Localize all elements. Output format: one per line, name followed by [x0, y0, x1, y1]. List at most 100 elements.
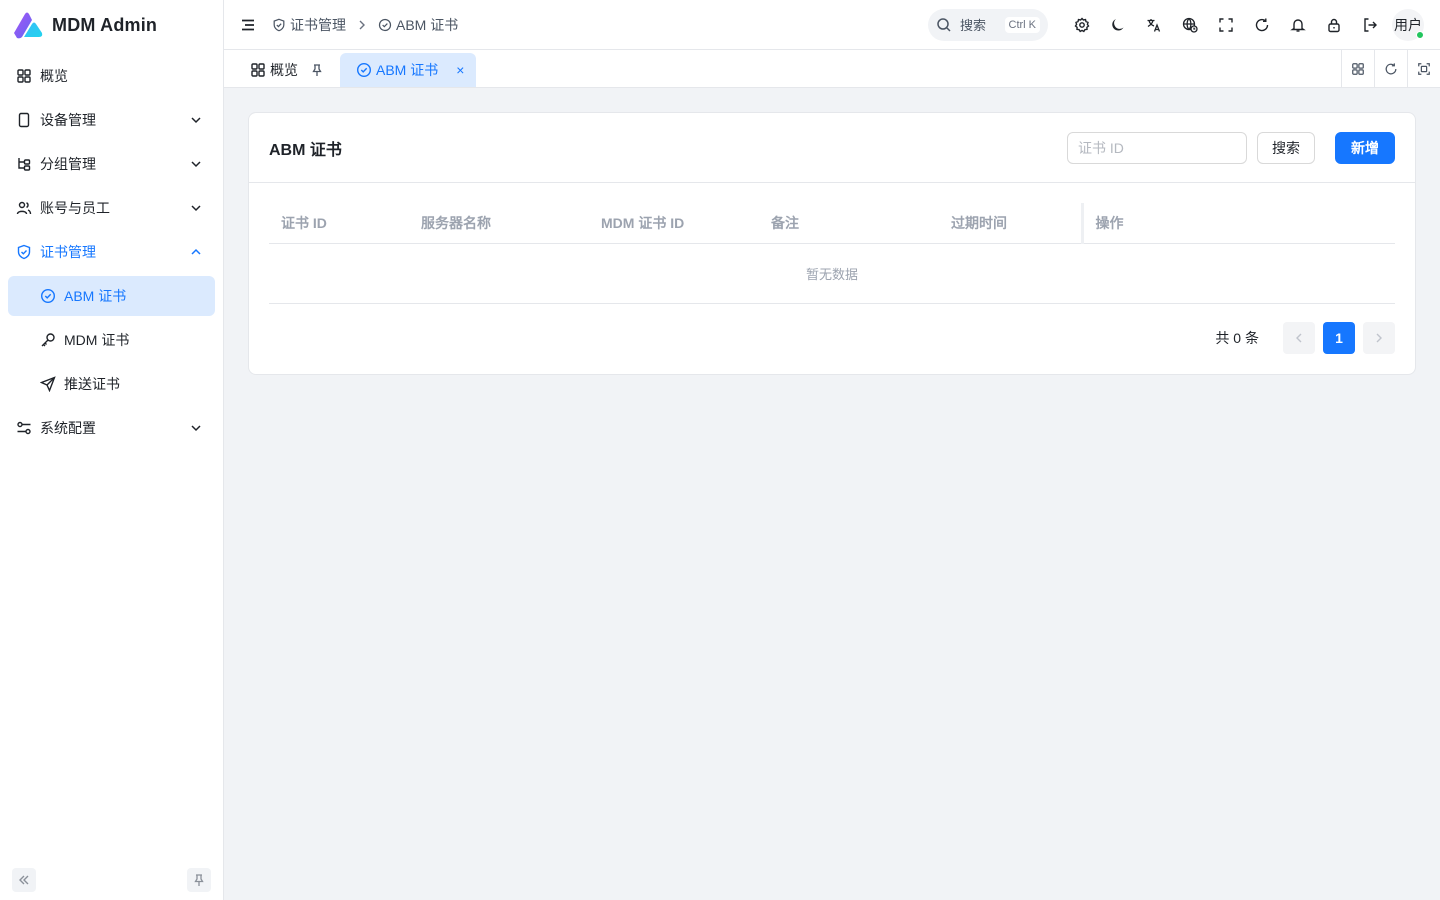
- tree-icon: [16, 156, 32, 172]
- column-actions: 操作: [1080, 203, 1395, 244]
- double-chevron-left-icon: [19, 875, 29, 885]
- chevron-left-icon: [1296, 333, 1302, 343]
- header-actions: 搜索 Ctrl K 用户: [928, 0, 1440, 50]
- card-header: ABM 证书 搜索 新增: [249, 113, 1415, 183]
- breadcrumb-item-certificates[interactable]: 证书管理: [272, 15, 346, 35]
- sidebar-item-system-config[interactable]: 系统配置: [8, 408, 215, 448]
- card-actions: 搜索 新增: [1067, 131, 1395, 164]
- shield-check-icon: [273, 18, 285, 31]
- settings-sliders-icon: [16, 420, 32, 436]
- column-mdm-cert-id[interactable]: MDM 证书 ID: [589, 203, 759, 244]
- certificates-submenu: ABM 证书 MDM 证书 推送证书: [8, 276, 215, 404]
- reload-tab-button[interactable]: [1374, 50, 1407, 88]
- sidebar-item-certificates[interactable]: 证书管理: [8, 232, 215, 272]
- sidebar-item-groups[interactable]: 分组管理: [8, 144, 215, 184]
- refresh-icon: [1385, 63, 1397, 75]
- app-title: MDM Admin: [52, 14, 158, 35]
- table-container: 证书 ID 服务器名称 MDM 证书 ID 备注 过期时间 操作 暂无数据: [249, 183, 1415, 304]
- breadcrumb: 证书管理 ABM 证书: [272, 15, 458, 35]
- online-status-dot: [1416, 30, 1424, 39]
- column-cert-id[interactable]: 证书 ID: [269, 203, 409, 244]
- maximize-content-button[interactable]: [1407, 50, 1440, 88]
- timezone-button[interactable]: [1172, 0, 1208, 50]
- refresh-button[interactable]: [1244, 0, 1280, 50]
- shield-check-icon: [16, 244, 32, 260]
- logout-button[interactable]: [1352, 0, 1388, 50]
- add-button[interactable]: 新增: [1335, 131, 1395, 164]
- search-button[interactable]: 搜索: [1257, 131, 1315, 164]
- sidebar-item-label: 分组管理: [40, 156, 96, 172]
- brand[interactable]: MDM Admin: [0, 0, 223, 50]
- cert-id-input[interactable]: [1067, 131, 1247, 164]
- pin-sidebar-button[interactable]: [187, 868, 211, 892]
- sidebar-item-overview[interactable]: 概览: [8, 56, 215, 96]
- sidebar-item-push-cert[interactable]: 推送证书: [8, 364, 215, 404]
- lock-icon: [1328, 18, 1340, 32]
- sidebar-item-label: 概览: [40, 68, 68, 84]
- tab-abm-cert[interactable]: ABM 证书 ×: [340, 53, 477, 87]
- sidebar-item-label: 设备管理: [40, 112, 96, 128]
- total-count: 共 0 条: [1215, 330, 1259, 346]
- tab-overview[interactable]: 概览: [238, 53, 336, 87]
- empty-text: 暂无数据: [269, 243, 1395, 304]
- chevron-down-icon: [189, 201, 203, 215]
- language-button[interactable]: [1136, 0, 1172, 50]
- toggle-menu-button[interactable]: [224, 0, 272, 50]
- column-server-name[interactable]: 服务器名称: [409, 203, 589, 244]
- sidebar-item-devices[interactable]: 设备管理: [8, 100, 215, 140]
- grid-icon: [16, 68, 32, 84]
- sidebar-item-label: ABM 证书: [64, 288, 127, 304]
- chevron-down-icon: [189, 113, 203, 127]
- pin-icon: [194, 874, 204, 886]
- chevron-down-icon: [189, 421, 203, 435]
- logo-icon: [14, 12, 43, 39]
- user-avatar[interactable]: 用户: [1388, 0, 1428, 50]
- column-expire-time[interactable]: 过期时间: [939, 203, 1082, 244]
- chevron-right-icon: [1376, 333, 1382, 343]
- globe-icon: [1182, 17, 1198, 33]
- settings-button[interactable]: [1064, 0, 1100, 50]
- check-circle-icon: [378, 18, 392, 31]
- sidebar-item-accounts[interactable]: 账号与员工: [8, 188, 215, 228]
- collapse-sidebar-button[interactable]: [12, 868, 36, 892]
- notifications-button[interactable]: [1280, 0, 1316, 50]
- table-header-row: 证书 ID 服务器名称 MDM 证书 ID 备注 过期时间 操作: [269, 203, 1395, 244]
- sidebar: MDM Admin 概览 设备管理 分组管理 账号与员工 证书管理 ABM 证书…: [0, 0, 224, 900]
- check-circle-icon: [40, 288, 56, 304]
- close-tab-icon[interactable]: ×: [456, 62, 464, 78]
- chevron-down-icon: [189, 157, 203, 171]
- next-page-button[interactable]: [1363, 322, 1395, 354]
- page-number-button[interactable]: 1: [1323, 322, 1355, 354]
- breadcrumb-label: ABM 证书: [396, 16, 459, 33]
- fullscreen-button[interactable]: [1208, 0, 1244, 50]
- users-icon: [16, 200, 32, 216]
- device-icon: [16, 112, 32, 128]
- sidebar-item-mdm-cert[interactable]: MDM 证书: [8, 320, 215, 360]
- sidebar-item-label: MDM 证书: [64, 332, 130, 348]
- sidebar-footer: [12, 868, 211, 892]
- grid-icon: [250, 62, 266, 78]
- pagination: 共 0 条 1: [1215, 322, 1395, 354]
- dark-mode-toggle[interactable]: [1100, 0, 1136, 50]
- fullscreen-icon: [1219, 17, 1233, 32]
- breadcrumb-item-abm-cert[interactable]: ABM 证书: [378, 15, 458, 35]
- key-icon: [40, 332, 56, 348]
- moon-icon: [1112, 18, 1124, 31]
- column-remark[interactable]: 备注: [759, 203, 939, 244]
- search-icon: [937, 17, 951, 32]
- sidebar-item-abm-cert[interactable]: ABM 证书: [8, 276, 215, 316]
- search-label: 搜索: [960, 18, 987, 33]
- sidebar-item-label: 证书管理: [40, 244, 96, 260]
- tab-tools: [1341, 50, 1440, 88]
- breadcrumb-label: 证书管理: [290, 16, 346, 33]
- prev-page-button[interactable]: [1283, 322, 1315, 354]
- translate-icon: [1147, 18, 1161, 32]
- pin-icon[interactable]: [310, 63, 324, 77]
- tab-layout-button[interactable]: [1341, 50, 1374, 88]
- search-shortcut: Ctrl K: [1004, 16, 1040, 33]
- lock-screen-button[interactable]: [1316, 0, 1352, 50]
- global-search-button[interactable]: 搜索 Ctrl K: [928, 8, 1048, 41]
- logout-icon: [1364, 17, 1377, 32]
- sidebar-item-label: 系统配置: [40, 420, 96, 436]
- page-title: ABM 证书: [269, 141, 342, 159]
